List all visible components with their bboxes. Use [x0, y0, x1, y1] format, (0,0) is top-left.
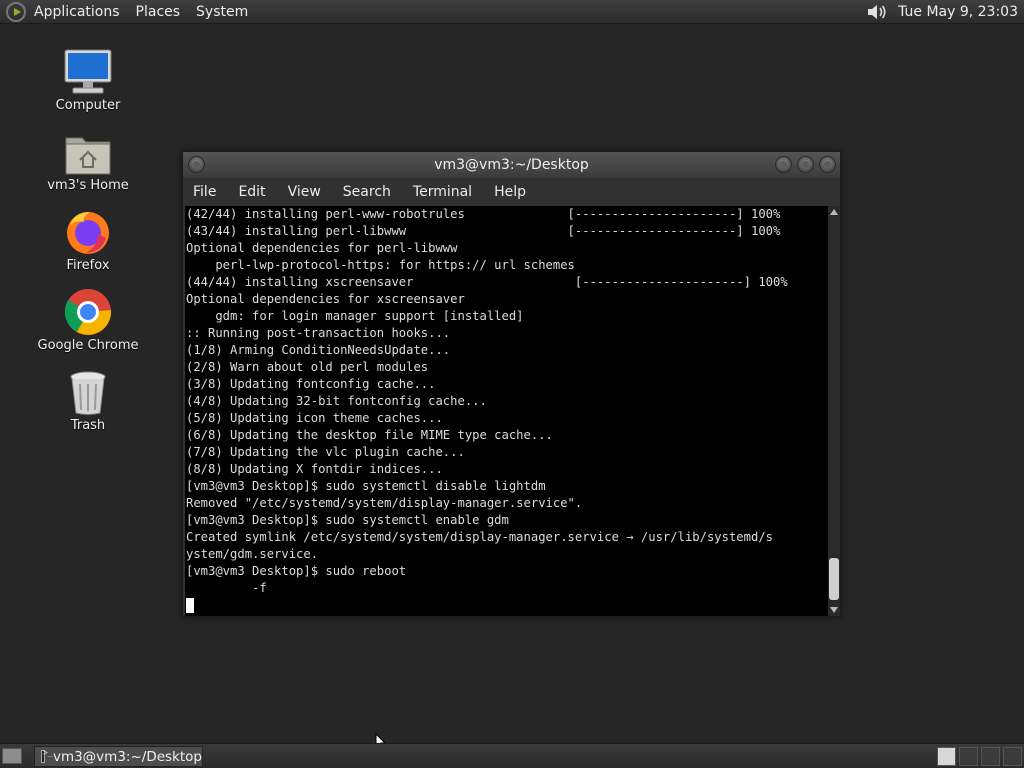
terminal-line: (7/8) Updating the vlc plugin cache...	[186, 445, 465, 459]
menu-system[interactable]: System	[196, 4, 248, 20]
menu-applications[interactable]: Applications	[34, 4, 120, 20]
terminal-line: Optional dependencies for xscreensaver	[186, 292, 465, 306]
terminal-window[interactable]: vm3@vm3:~/Desktop File Edit View Search …	[182, 151, 841, 617]
top-panel: Applications Places System Tue May 9, 23…	[0, 0, 1024, 24]
minimize-icon[interactable]	[775, 156, 792, 173]
menu-help[interactable]: Help	[494, 184, 526, 200]
terminal-line: ystem/gdm.service.	[186, 547, 319, 561]
speaker-icon[interactable]	[866, 3, 888, 21]
terminal-line: gdm: for login manager support [installe…	[186, 309, 524, 323]
workspace-4[interactable]	[1003, 747, 1022, 766]
terminal-output[interactable]: (42/44) installing perl-www-robotrules […	[185, 206, 828, 616]
desktop-icon-home[interactable]: vm3's Home	[38, 126, 138, 193]
menu-file[interactable]: File	[193, 184, 216, 200]
computer-icon	[64, 49, 112, 94]
close-icon[interactable]	[819, 156, 836, 173]
scroll-up-icon[interactable]	[830, 209, 838, 215]
window-title: vm3@vm3:~/Desktop	[434, 157, 589, 173]
desktop-icon-label: Google Chrome	[37, 338, 139, 353]
desktop-icon-label: Trash	[70, 418, 106, 433]
menu-view[interactable]: View	[288, 184, 321, 200]
terminal-line: [vm3@vm3 Desktop]$ sudo systemctl enable…	[186, 513, 509, 527]
terminal-line: :: Running post-transaction hooks...	[186, 326, 451, 340]
firefox-icon	[67, 212, 109, 254]
workspace-3[interactable]	[981, 747, 1000, 766]
terminal-line: (6/8) Updating the desktop file MIME typ…	[186, 428, 553, 442]
terminal-line: (42/44) installing perl-www-robotrules […	[186, 207, 781, 221]
scroll-thumb[interactable]	[829, 558, 839, 600]
terminal-scrollbar[interactable]	[828, 206, 840, 616]
terminal-line: -f	[186, 581, 267, 595]
terminal-cursor	[186, 598, 194, 613]
terminal-line: (44/44) installing xscreensaver [-------…	[186, 275, 788, 289]
chrome-icon	[64, 289, 112, 335]
desktop-icon-chrome[interactable]: Google Chrome	[38, 286, 138, 353]
scroll-down-icon[interactable]	[830, 607, 838, 613]
desktop-icon-computer[interactable]: Computer	[38, 46, 138, 113]
terminal-line: (1/8) Arming ConditionNeedsUpdate...	[186, 343, 451, 357]
workspace-2[interactable]	[959, 747, 978, 766]
desktop-icon-label: vm3's Home	[47, 178, 129, 193]
menu-search[interactable]: Search	[343, 184, 391, 200]
menu-edit[interactable]: Edit	[238, 184, 265, 200]
terminal-line: (5/8) Updating icon theme caches...	[186, 411, 443, 425]
terminal-line: (3/8) Updating fontconfig cache...	[186, 377, 436, 391]
show-desktop-icon[interactable]	[2, 748, 22, 764]
menu-terminal[interactable]: Terminal	[413, 184, 472, 200]
terminal-line: Optional dependencies for perl-libwww	[186, 241, 458, 255]
terminal-cursor-line	[186, 597, 828, 614]
home-folder-icon	[65, 137, 111, 175]
window-menu-icon[interactable]	[188, 156, 205, 173]
window-title-bar[interactable]: vm3@vm3:~/Desktop	[183, 152, 840, 178]
terminal-menu-bar: File Edit View Search Terminal Help	[183, 178, 840, 205]
terminal-line: Created symlink /etc/systemd/system/disp…	[186, 530, 773, 544]
clock[interactable]: Tue May 9, 23:03	[898, 4, 1018, 20]
bottom-panel: vm3@vm3:~/Desktop	[0, 743, 1024, 768]
trash-icon	[70, 371, 106, 415]
workspace-1[interactable]	[937, 747, 956, 766]
terminal-line: (43/44) installing perl-libwww [--------…	[186, 224, 781, 238]
taskbar-item-label: vm3@vm3:~/Desktop	[52, 748, 202, 765]
maximize-icon[interactable]	[797, 156, 814, 173]
menu-places[interactable]: Places	[136, 4, 181, 20]
terminal-line: (2/8) Warn about old perl modules	[186, 360, 429, 374]
terminal-line: perl-lwp-protocol-https: for https:// ur…	[186, 258, 575, 272]
terminal-line: [vm3@vm3 Desktop]$ sudo reboot	[186, 564, 407, 578]
distro-menu-icon[interactable]	[6, 1, 26, 22]
desktop-icon-label: Firefox	[66, 258, 110, 273]
terminal-icon	[41, 748, 53, 763]
terminal-line: (4/8) Updating 32-bit fontconfig cache..…	[186, 394, 487, 408]
terminal-line: [vm3@vm3 Desktop]$ sudo systemctl disabl…	[186, 479, 546, 493]
terminal-line: Removed "/etc/systemd/system/display-man…	[186, 496, 583, 510]
desktop-icon-trash[interactable]: Trash	[38, 366, 138, 433]
desktop-icon-firefox[interactable]: Firefox	[38, 206, 138, 273]
taskbar-item-terminal[interactable]: vm3@vm3:~/Desktop	[34, 746, 203, 767]
desktop-icon-label: Computer	[55, 98, 121, 113]
terminal-line: (8/8) Updating X fontdir indices...	[186, 462, 443, 476]
